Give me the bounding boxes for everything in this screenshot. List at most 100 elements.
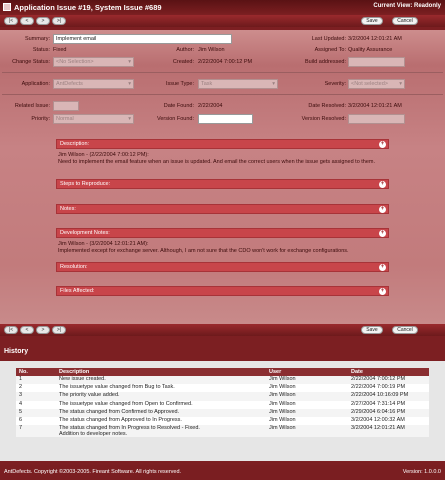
version-text: Version: 1.0.0.0 bbox=[402, 469, 441, 475]
row-number: 5 bbox=[16, 408, 56, 417]
column-header: No. bbox=[16, 368, 56, 376]
issue-type-select[interactable]: Task bbox=[198, 79, 278, 89]
table-row[interactable]: 3 The priority value added. Jim Wilson 2… bbox=[16, 392, 429, 401]
row-description: The issuetype value changed from Bug to … bbox=[56, 384, 266, 393]
history-header-bar bbox=[0, 344, 445, 361]
add-icon[interactable]: + bbox=[379, 141, 386, 148]
add-icon[interactable]: + bbox=[379, 230, 386, 237]
build-addressed-input[interactable] bbox=[348, 57, 405, 67]
summary-label: Summary: bbox=[24, 36, 50, 42]
application-label: Application: bbox=[21, 81, 50, 87]
table-row[interactable]: 4 The issuetype value changed from Open … bbox=[16, 400, 429, 409]
resolution-section-header[interactable]: Resolution: + bbox=[56, 262, 389, 272]
assigned-to-label: Assigned To: bbox=[314, 47, 346, 53]
title-bar: Application Issue #19, System Issue #689… bbox=[0, 0, 445, 14]
version-found-label: Version Found: bbox=[157, 116, 194, 122]
first-record-button[interactable]: |< bbox=[4, 17, 18, 25]
application-select[interactable]: AntDefects bbox=[53, 79, 134, 89]
row-date: 2/22/2004 10:16:09 PM bbox=[348, 392, 429, 401]
window-title: Application Issue #19, System Issue #689 bbox=[14, 3, 162, 12]
section-title: Resolution: bbox=[60, 264, 88, 270]
version-resolved-input[interactable] bbox=[348, 114, 405, 124]
date-resolved-value: 3/2/2004 12:01:21 AM bbox=[348, 103, 402, 109]
severity-select[interactable]: <Not selected> bbox=[348, 79, 405, 89]
app-window: Application Issue #19, System Issue #689… bbox=[0, 0, 445, 480]
row-number: 4 bbox=[16, 400, 56, 409]
history-table: No. Description User Date 1 New issue cr… bbox=[16, 368, 429, 438]
section-title: Notes: bbox=[60, 206, 76, 212]
created-label: Created: bbox=[172, 59, 194, 65]
author-value: Jim Wilson bbox=[198, 47, 225, 53]
steps-section-header[interactable]: Steps to Reproduce: + bbox=[56, 179, 389, 189]
issue-form: Summary: Implement email Last Updated: 3… bbox=[0, 30, 445, 324]
add-icon[interactable]: + bbox=[379, 181, 386, 188]
app-icon bbox=[3, 3, 11, 11]
priority-select[interactable]: Normal bbox=[53, 114, 134, 124]
change-status-select[interactable]: <No Selection> bbox=[53, 57, 134, 67]
last-record-button[interactable]: >| bbox=[52, 17, 66, 25]
description-meta: Jim Wilson - (2/22/2004 7:00:12 PM): bbox=[58, 152, 149, 158]
row-number: 7 bbox=[16, 425, 56, 438]
row-number: 2 bbox=[16, 384, 56, 393]
table-row[interactable]: 1 New issue created. Jim Wilson 2/22/200… bbox=[16, 376, 429, 385]
row-description: The issuetype value changed from Open to… bbox=[56, 400, 266, 409]
table-row[interactable]: 2 The issuetype value changed from Bug t… bbox=[16, 384, 429, 393]
table-row[interactable]: 7 The status changed from In Progress to… bbox=[16, 425, 429, 438]
last-record-button[interactable]: >| bbox=[52, 326, 66, 334]
history-title: History bbox=[4, 348, 29, 355]
first-record-button[interactable]: |< bbox=[4, 326, 18, 334]
section-title: Files Affected: bbox=[60, 288, 95, 294]
files-section-header[interactable]: Files Affected: + bbox=[56, 286, 389, 296]
prev-record-button[interactable]: < bbox=[20, 326, 34, 334]
row-date: 2/22/2004 7:00:19 PM bbox=[348, 384, 429, 393]
row-user: Jim Wilson bbox=[266, 408, 348, 417]
author-label: Author: bbox=[176, 47, 194, 53]
date-found-label: Date Found: bbox=[163, 103, 194, 109]
date-resolved-label: Date Resolved: bbox=[308, 103, 346, 109]
add-icon[interactable]: + bbox=[379, 264, 386, 271]
row-user: Jim Wilson bbox=[266, 425, 348, 438]
next-record-button[interactable]: > bbox=[36, 326, 50, 334]
related-issue-input[interactable] bbox=[53, 101, 79, 111]
row-description-line: Addition to developer notes. bbox=[59, 431, 128, 438]
add-icon[interactable]: + bbox=[379, 206, 386, 213]
severity-label: Severity: bbox=[324, 81, 346, 87]
cancel-button[interactable]: Cancel bbox=[392, 17, 418, 25]
copyright-text: AntDefects. Copyright ©2003-2005. Firean… bbox=[4, 469, 182, 475]
table-row[interactable]: 5 The status changed from Confirmed to A… bbox=[16, 408, 429, 417]
dev-notes-section-header[interactable]: Development Notes: + bbox=[56, 228, 389, 238]
section-title: Development Notes: bbox=[60, 230, 110, 236]
history-panel: History No. Description User Date 1 New … bbox=[0, 344, 445, 461]
description-text: Need to implement the email feature when… bbox=[58, 159, 376, 165]
status-label: Status: bbox=[32, 47, 50, 53]
row-date: 2/27/2004 7:31:14 PM bbox=[348, 400, 429, 409]
row-description: New issue created. bbox=[56, 376, 266, 385]
version-resolved-label: Version Resolved: bbox=[301, 116, 346, 122]
dev-notes-meta: Jim Wilson - (3/2/2004 12:01:21 AM): bbox=[58, 241, 149, 247]
version-found-input[interactable] bbox=[198, 114, 253, 124]
save-button[interactable]: Save bbox=[361, 326, 383, 334]
build-addressed-label: Build addressed: bbox=[305, 59, 346, 65]
row-description: The priority value added. bbox=[56, 392, 266, 401]
summary-input[interactable]: Implement email bbox=[53, 34, 232, 44]
row-user: Jim Wilson bbox=[266, 400, 348, 409]
bottom-toolbar: |< < > >| Save Cancel bbox=[0, 324, 445, 336]
column-header: User bbox=[266, 368, 348, 376]
row-description: The status changed from Confirmed to App… bbox=[56, 408, 266, 417]
table-row[interactable]: 6 The status changed from Approved to In… bbox=[16, 416, 429, 426]
row-user: Jim Wilson bbox=[266, 392, 348, 401]
created-value: 2/22/2004 7:00:12 PM bbox=[198, 59, 253, 65]
add-icon[interactable]: + bbox=[379, 288, 386, 295]
divider bbox=[2, 94, 443, 95]
next-record-button[interactable]: > bbox=[36, 17, 50, 25]
row-number: 3 bbox=[16, 392, 56, 401]
notes-section-header[interactable]: Notes: + bbox=[56, 204, 389, 214]
status-value: Fixed bbox=[53, 47, 67, 53]
last-updated-value: 3/2/2004 12:01:21 AM bbox=[348, 36, 402, 42]
save-button[interactable]: Save bbox=[361, 17, 383, 25]
footer-bar: AntDefects. Copyright ©2003-2005. Firean… bbox=[0, 465, 445, 480]
prev-record-button[interactable]: < bbox=[20, 17, 34, 25]
cancel-button[interactable]: Cancel bbox=[392, 326, 418, 334]
description-section-header[interactable]: Description: + bbox=[56, 139, 389, 149]
row-user: Jim Wilson bbox=[266, 376, 348, 385]
